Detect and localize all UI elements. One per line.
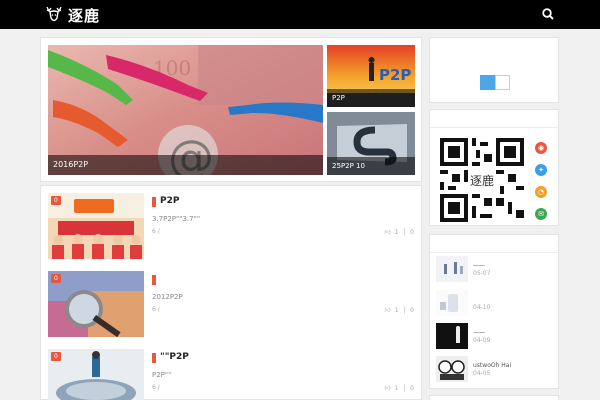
widget-header — [430, 110, 558, 128]
site-logo[interactable]: 逐鹿 — [44, 4, 100, 26]
featured-slider: 100 @ 2016P2P P2P P2P 25P2P 10 — [40, 37, 422, 182]
sidebar-recent-posts: —— 05-07 04-10 —— 04-09 ustwoOh Hai 04-0… — [429, 234, 559, 389]
featured-side-2[interactable]: 25P2P 10 — [327, 112, 415, 175]
featured-side-1[interactable]: P2P P2P — [327, 45, 415, 107]
top-navbar: 逐鹿 — [0, 0, 600, 29]
comment-count: 0 — [410, 306, 414, 314]
like-icon[interactable]: 👍︎ — [384, 384, 390, 392]
recent-thumb[interactable] — [436, 290, 468, 316]
recent-post-item[interactable]: ustwoOh Hai 04-05 — [436, 356, 554, 386]
toggle-white-square[interactable] — [495, 75, 510, 90]
comment-count: 0 — [410, 228, 414, 236]
logo-text: 逐鹿 — [68, 6, 101, 25]
post-item[interactable]: 0 ""P2P P2P"" 6 / 👍︎ 1 │ 0 — [48, 349, 416, 400]
event-photo-image — [48, 193, 144, 259]
twitter-icon[interactable]: ✦ — [535, 164, 547, 176]
featured-side-2-caption[interactable]: 25P2P 10 — [327, 157, 415, 175]
post-thumbnail[interactable]: 0 — [48, 193, 144, 259]
comment-icon[interactable]: │ — [403, 229, 407, 236]
post-meta: 6 / — [152, 306, 160, 313]
featured-side-1-caption[interactable]: P2P — [327, 89, 415, 107]
like-count: 1 — [394, 306, 399, 314]
post-stats: 👍︎ 1 │ 0 — [384, 228, 414, 237]
comment-count: 0 — [410, 384, 414, 392]
recent-thumb[interactable] — [436, 356, 468, 382]
like-count: 1 — [394, 384, 399, 392]
search-icon[interactable] — [541, 7, 555, 21]
weibo-icon[interactable]: ◉ — [535, 142, 547, 154]
recent-image-1 — [436, 256, 468, 282]
recent-image-3 — [436, 323, 468, 349]
toggle-blue-square[interactable] — [480, 75, 495, 90]
mail-icon[interactable]: ✉ — [535, 208, 547, 220]
deer-logo-icon — [46, 6, 62, 22]
widget-header — [430, 235, 558, 253]
recent-thumb[interactable] — [436, 256, 468, 282]
qr-center-text: 逐鹿 — [470, 173, 494, 188]
post-excerpt: P2P"" — [152, 371, 172, 379]
recent-image-2 — [436, 290, 468, 316]
recent-title[interactable]: —— — [473, 329, 485, 336]
trap-image — [48, 349, 144, 400]
post-title[interactable]: P2P — [152, 196, 179, 207]
post-tag-badge[interactable]: 0 — [51, 274, 61, 283]
recent-thumb[interactable] — [436, 323, 468, 349]
sidebar-qr-widget: 逐鹿 ◉ ✦ ◔ ✉ — [429, 109, 559, 226]
recent-title[interactable]: ustwoOh Hai — [473, 362, 511, 369]
sidebar-widget-1 — [429, 37, 559, 103]
magnifier-money-image — [48, 271, 144, 337]
widget-toggle[interactable] — [480, 75, 510, 90]
comment-icon[interactable]: │ — [403, 385, 407, 392]
rss-icon[interactable]: ◔ — [535, 186, 547, 198]
post-title[interactable]: ""P2P — [152, 352, 189, 363]
post-tag-badge[interactable]: 0 — [51, 352, 61, 361]
recent-date: 04-05 — [473, 370, 491, 377]
recent-post-item[interactable]: —— 05-07 — [436, 256, 554, 286]
post-item[interactable]: 0 P2P 3.7P2P""3.7"" 6 / 👍︎ 1 │ 0 — [48, 193, 416, 259]
recent-date: 05-07 — [473, 270, 491, 277]
like-icon[interactable]: 👍︎ — [384, 228, 390, 236]
post-thumbnail[interactable]: 0 — [48, 271, 144, 337]
recent-image-4 — [436, 356, 468, 382]
post-thumbnail[interactable]: 0 — [48, 349, 144, 400]
recent-post-item[interactable]: —— 04-09 — [436, 323, 554, 353]
post-item[interactable]: 0 2012P2P 6 / 👍︎ 1 │ 0 — [48, 271, 416, 337]
featured-main-caption[interactable]: 2016P2P — [48, 155, 323, 175]
featured-main[interactable]: 100 @ 2016P2P — [48, 45, 323, 175]
like-icon[interactable]: 👍︎ — [384, 306, 390, 314]
post-meta: 6 / — [152, 384, 160, 391]
recent-post-item[interactable]: 04-10 — [436, 290, 554, 320]
recent-title[interactable]: —— — [473, 262, 485, 269]
qr-code-image: 逐鹿 — [440, 138, 524, 222]
recent-date: 04-09 — [473, 337, 491, 344]
side1-overlay-text: P2P — [379, 66, 411, 84]
like-count: 1 — [394, 228, 399, 236]
comment-icon[interactable]: │ — [403, 307, 407, 314]
post-excerpt: 2012P2P — [152, 293, 183, 301]
post-stats: 👍︎ 1 │ 0 — [384, 384, 414, 393]
post-tag-badge[interactable]: 0 — [51, 196, 61, 205]
post-excerpt: 3.7P2P""3.7"" — [152, 215, 201, 223]
post-meta: 6 / — [152, 228, 160, 235]
sidebar-widget-4 — [429, 395, 559, 400]
post-stats: 👍︎ 1 │ 0 — [384, 306, 414, 315]
post-list: 0 P2P 3.7P2P""3.7"" 6 / 👍︎ 1 │ 0 0 2012P… — [40, 185, 422, 400]
recent-date: 04-10 — [473, 304, 491, 311]
